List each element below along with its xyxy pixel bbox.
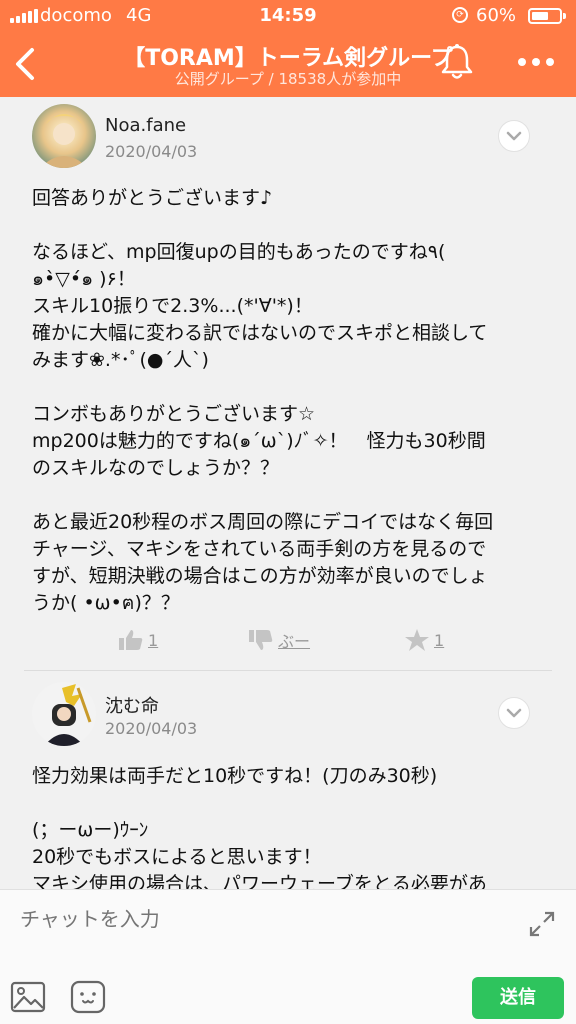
post-date: 2020/04/03 (105, 719, 198, 738)
chevron-left-icon (16, 48, 34, 80)
post-actions: 1 ぶー 1 (0, 625, 576, 655)
image-icon (10, 981, 46, 1013)
post-body: 回答ありがとうございます♪ なるほど、mp回復upの目的もあったのですね٩( ๑… (32, 187, 494, 614)
post-menu-button[interactable] (498, 697, 530, 729)
star-button[interactable]: 1 (404, 625, 444, 655)
rotation-lock-icon: ⟳ (452, 7, 468, 23)
chevron-down-icon (506, 708, 522, 718)
message-feed[interactable]: Noa.fane 2020/04/03 回答ありがとうございます♪ なるほど、m… (0, 97, 576, 889)
thumbs-down-icon (249, 630, 273, 650)
send-button[interactable]: 送信 (472, 977, 564, 1019)
expand-icon (529, 911, 555, 937)
like-button[interactable]: 1 (118, 625, 158, 655)
sticker-icon (70, 980, 106, 1014)
post-menu-button[interactable] (498, 120, 530, 152)
post-body: 怪力効果は両手だと10秒ですね！(刀のみ30秒) (；ーωー)ｳｰﾝ 20秒でも… (32, 765, 487, 889)
star-icon (405, 629, 429, 651)
chat-composer: 送信 (0, 889, 576, 1024)
battery-percent: 60% (476, 5, 517, 26)
like-count: 1 (148, 630, 159, 650)
battery-icon (528, 8, 566, 24)
bell-icon (441, 44, 473, 79)
notification-button[interactable] (438, 42, 476, 82)
more-icon (518, 58, 554, 66)
more-options-button[interactable] (510, 48, 562, 76)
star-count: 1 (434, 630, 445, 650)
author-name[interactable]: Noa.fane (105, 115, 186, 136)
expand-button[interactable] (528, 910, 556, 938)
chat-input[interactable] (20, 904, 500, 934)
author-name[interactable]: 沈む命 (105, 692, 159, 718)
post-date: 2020/04/03 (105, 142, 198, 161)
chevron-down-icon (506, 131, 522, 141)
image-button[interactable] (10, 980, 46, 1014)
sticker-button[interactable] (70, 980, 106, 1014)
avatar[interactable] (32, 104, 96, 168)
avatar[interactable] (32, 682, 96, 746)
post-divider (24, 670, 552, 671)
dislike-button[interactable]: ぶー (248, 625, 310, 655)
status-bar: docomo 4G 14:59 ⟳ 60% (0, 0, 576, 32)
group-subtitle: 公開グループ / 18538人が参加中 (174, 70, 402, 88)
back-button[interactable] (8, 44, 42, 84)
top-bar: docomo 4G 14:59 ⟳ 60% 【TORAM】トーラム剣グループ 公… (0, 0, 576, 97)
dislike-label: ぶー (278, 632, 311, 651)
thumbs-up-icon (119, 630, 143, 650)
